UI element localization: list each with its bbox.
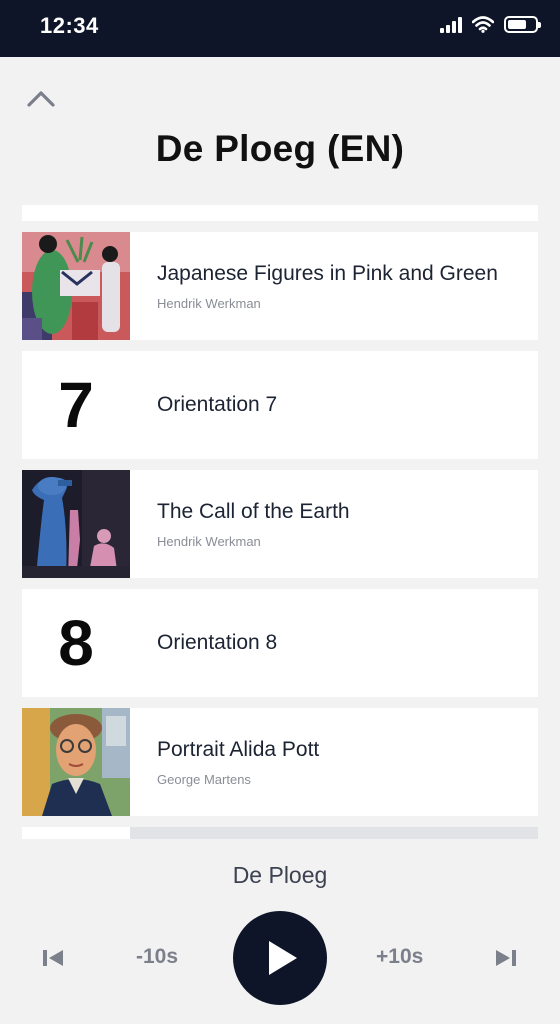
status-time: 12:34: [40, 13, 99, 38]
battery-icon: [504, 16, 541, 33]
artwork-thumbnail: [22, 232, 130, 340]
list-item-orientation-8[interactable]: 8 Orientation 8: [22, 589, 538, 697]
orientation-number: 7: [58, 369, 94, 441]
wifi-icon: [472, 16, 494, 33]
collapse-button[interactable]: [24, 84, 58, 112]
status-bar: 12:34: [0, 0, 560, 57]
page-title: De Ploeg (EN): [155, 128, 405, 169]
signal-icon: [440, 16, 462, 33]
skip-previous-button[interactable]: [40, 947, 66, 969]
list-item-partial: [22, 205, 538, 221]
item-artist: Hendrik Werkman: [157, 295, 261, 311]
status-icons: [440, 16, 541, 33]
play-icon: [269, 941, 297, 975]
list-item-portrait-alida-pott[interactable]: Portrait Alida Pott George Martens: [22, 708, 538, 816]
list-item-call-of-the-earth[interactable]: The Call of the Earth Hendrik Werkman: [22, 470, 538, 578]
item-title: The Call of the Earth: [157, 499, 350, 523]
item-title: Orientation 8: [157, 631, 278, 654]
player-title: De Ploeg: [232, 862, 328, 888]
artwork-thumbnail: [22, 708, 130, 816]
tour-stop-list[interactable]: Japanese Figures in Pink and Green Hendr…: [22, 205, 538, 839]
artwork-thumbnail: [22, 470, 130, 578]
item-title: Portrait Alida Pott: [157, 737, 320, 761]
rewind-10s-button[interactable]: -10s: [136, 945, 178, 969]
item-title: Orientation 7: [157, 393, 278, 416]
skip-next-button[interactable]: [493, 947, 519, 969]
play-button[interactable]: [233, 911, 327, 1005]
list-item-orientation-7[interactable]: 7 Orientation 7: [22, 351, 538, 459]
list-item-japanese-figures[interactable]: Japanese Figures in Pink and Green Hendr…: [22, 232, 538, 340]
forward-10s-button[interactable]: +10s: [376, 945, 423, 969]
skip-next-icon: [496, 950, 516, 966]
item-artist: George Martens: [157, 771, 251, 787]
list-item-partial: [22, 827, 538, 839]
chevron-up-icon: [27, 91, 55, 107]
skip-previous-icon: [43, 950, 63, 966]
item-artist: Hendrik Werkman: [157, 533, 261, 549]
item-title: Japanese Figures in Pink and Green: [157, 261, 498, 285]
orientation-number: 8: [58, 607, 94, 679]
